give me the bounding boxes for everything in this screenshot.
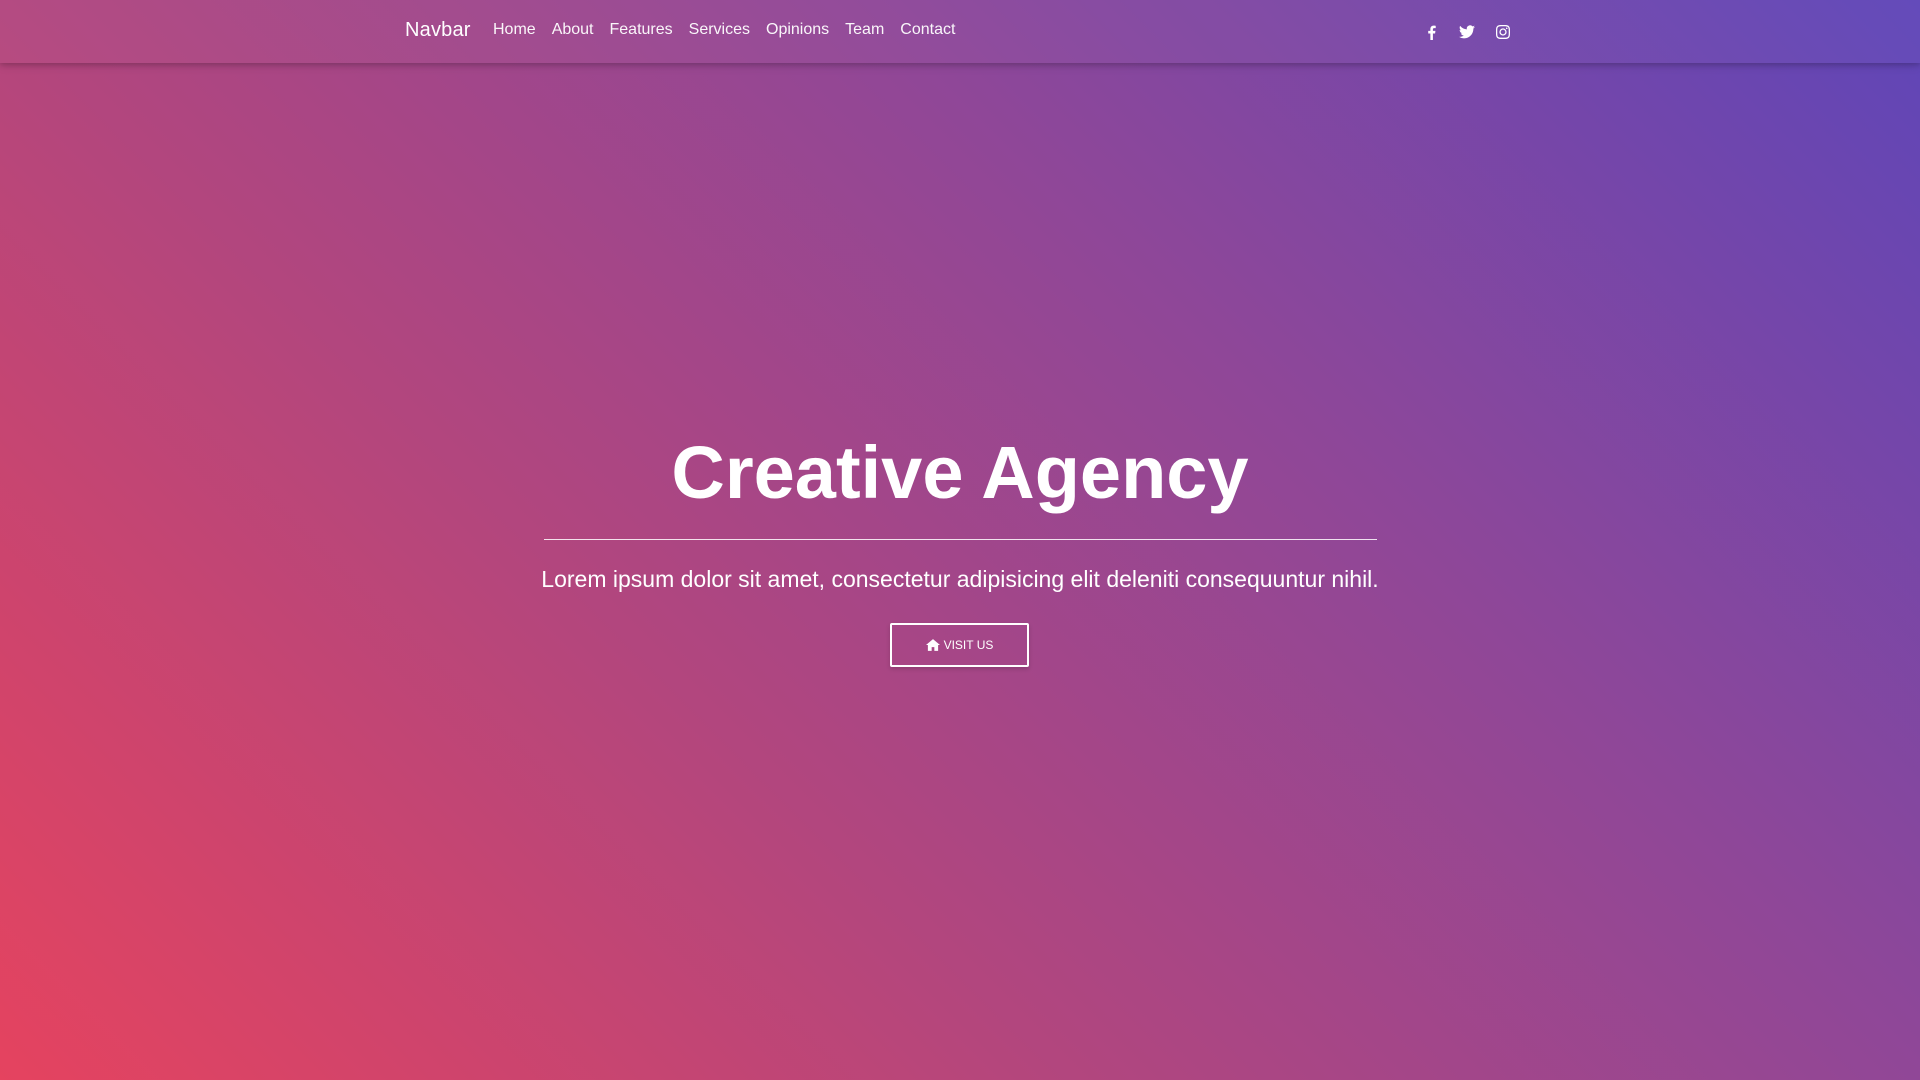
navbar-brand[interactable]: Navbar (405, 19, 471, 42)
social-links (1413, 22, 1521, 42)
nav-link-about[interactable]: About (544, 21, 602, 39)
twitter-link[interactable] (1449, 22, 1485, 42)
facebook-link[interactable] (1413, 22, 1449, 42)
hero-lead: Lorem ipsum dolor sit amet, consectetur … (541, 566, 1379, 592)
nav-link-features[interactable]: Features (602, 21, 681, 39)
home-icon (925, 639, 940, 651)
navbar: Navbar Home About Features Services Opin… (0, 0, 1920, 63)
hero-divider (544, 539, 1377, 540)
nav-link-opinions[interactable]: Opinions (758, 21, 837, 39)
nav-links: Home About Features Services Opinions Te… (485, 21, 963, 39)
facebook-icon (1427, 25, 1436, 40)
visit-us-label: Visit us (943, 638, 994, 652)
instagram-icon (1496, 25, 1510, 39)
twitter-icon (1459, 25, 1475, 39)
nav-link-services[interactable]: Services (681, 21, 758, 39)
visit-us-button[interactable]: Visit us (890, 623, 1029, 667)
nav-link-home[interactable]: Home (485, 21, 544, 39)
hero-title: Creative Agency (671, 431, 1249, 514)
nav-link-contact[interactable]: Contact (892, 21, 963, 39)
nav-link-team[interactable]: Team (837, 21, 892, 39)
instagram-link[interactable] (1485, 22, 1521, 42)
